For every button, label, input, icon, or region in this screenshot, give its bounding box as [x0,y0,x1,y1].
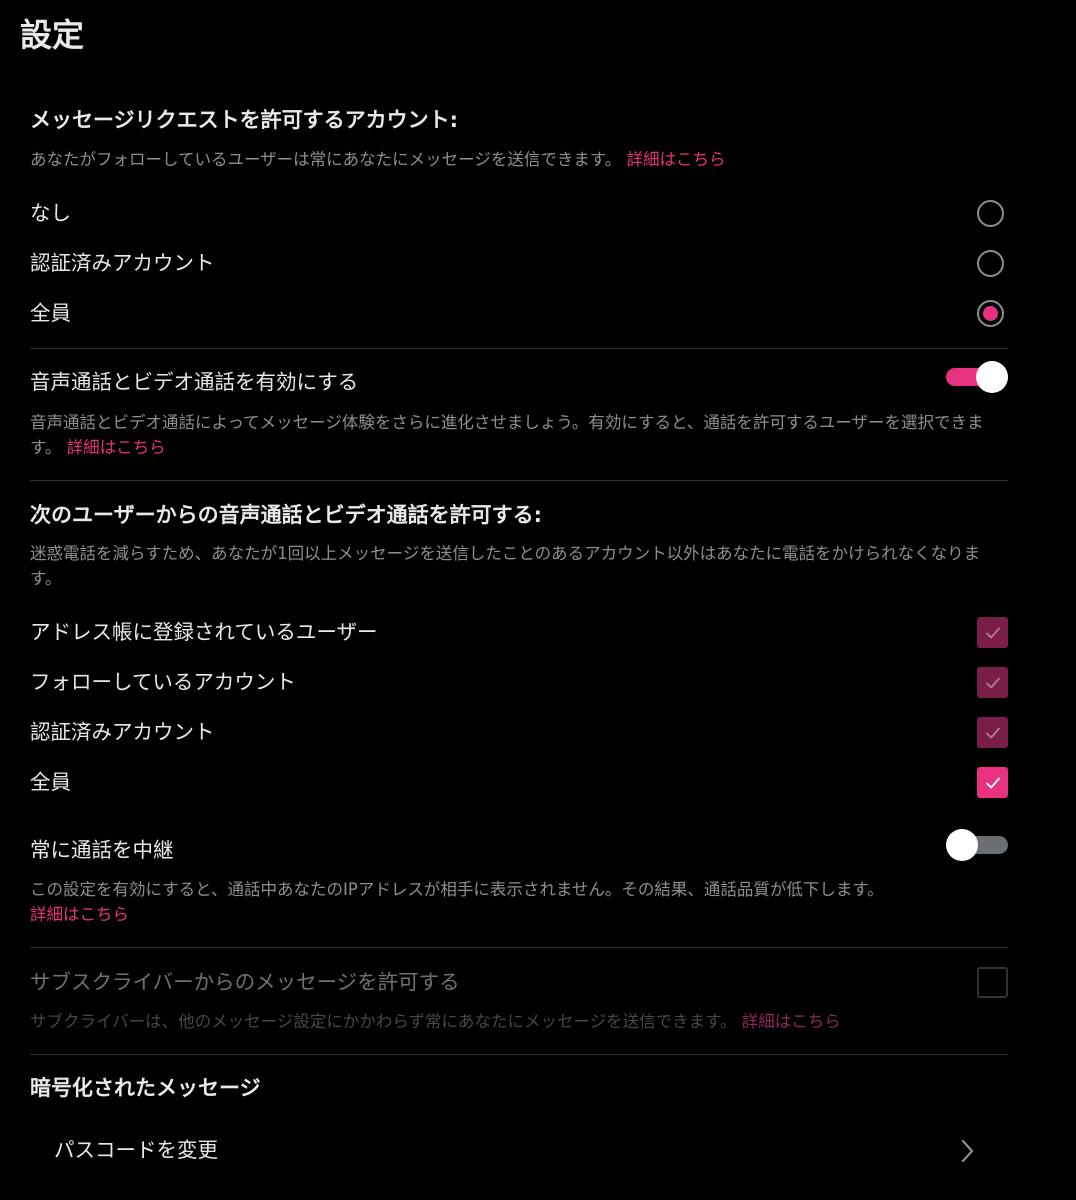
calls-toggle-label: 音声通話とビデオ通話を有効にする [30,370,359,394]
relay-learn-more-link[interactable]: 詳細はこちら [30,905,129,924]
radio-selected-dot [982,305,998,321]
subscribers-description: サブクライバーは、他のメッセージ設定にかかわらず常にあなたにメッセージを送信でき… [30,1009,1005,1034]
calls-toggle[interactable] [946,361,1008,393]
message-requests-title: メッセージリクエストを許可するアカウント: [30,108,458,132]
divider [30,1054,1008,1055]
change-passcode-row[interactable]: パスコードを変更 [30,1120,1008,1182]
check-icon [985,727,1000,738]
subscribers-label: サブスクライバーからのメッセージを許可する [30,970,460,994]
subscribers-learn-more-link[interactable]: 詳細はこちら [742,1012,841,1031]
checkbox-contacts[interactable] [977,617,1008,648]
check-icon [985,777,1000,788]
divider [30,348,1008,349]
checkbox-label-following: フォローしているアカウント [30,670,296,694]
radio-label-verified: 認証済みアカウント [30,251,215,275]
checkbox-label-contacts: アドレス帳に登録されているユーザー [30,620,378,644]
relay-description: この設定を有効にすると、通話中あなたのIPアドレスが相手に表示されません。その結… [30,877,1005,927]
radio-none[interactable] [977,200,1004,227]
relay-toggle[interactable] [946,829,1008,861]
subscribers-description-text: サブクライバーは、他のメッセージ設定にかかわらず常にあなたにメッセージを送信でき… [30,1012,737,1031]
checkbox-label-verified: 認証済みアカウント [30,720,215,744]
chevron-right-icon [961,1139,974,1163]
subscribers-checkbox[interactable] [977,967,1008,998]
allow-calls-title: 次のユーザーからの音声通話とビデオ通話を許可する: [30,503,542,527]
divider [30,480,1008,481]
message-requests-description: あなたがフォローしているユーザーは常にあなたにメッセージを送信できます。 詳細は… [30,147,1005,172]
encrypted-messages-title: 暗号化されたメッセージ [30,1076,261,1100]
divider [30,947,1008,948]
radio-label-everyone: 全員 [30,301,71,325]
checkbox-verified[interactable] [977,717,1008,748]
calls-toggle-knob [976,361,1008,393]
checkbox-following[interactable] [977,667,1008,698]
check-icon [985,627,1000,638]
calls-learn-more-link[interactable]: 詳細はこちら [67,438,166,457]
change-passcode-label: パスコードを変更 [54,1138,218,1162]
calls-description-text: 音声通話とビデオ通話によってメッセージ体験をさらに進化させましょう。有効にすると… [30,413,984,457]
message-requests-description-text: あなたがフォローしているユーザーは常にあなたにメッセージを送信できます。 [30,150,622,169]
relay-toggle-label: 常に通話を中継 [30,838,174,862]
relay-description-text: この設定を有効にすると、通話中あなたのIPアドレスが相手に表示されません。その結… [30,880,884,899]
message-requests-learn-more-link[interactable]: 詳細はこちら [626,150,725,169]
allow-calls-description: 迷惑電話を減らすため、あなたが1回以上メッセージを送信したことのあるアカウント以… [30,544,981,588]
radio-everyone[interactable] [977,300,1004,327]
calls-description: 音声通話とビデオ通話によってメッセージ体験をさらに進化させましょう。有効にすると… [30,410,1005,460]
checkbox-label-everyone: 全員 [30,770,71,794]
page-title: 設定 [20,16,85,54]
radio-label-none: なし [30,201,71,225]
check-icon [985,677,1000,688]
relay-toggle-knob [946,829,978,861]
checkbox-everyone[interactable] [977,767,1008,798]
radio-verified[interactable] [977,250,1004,277]
